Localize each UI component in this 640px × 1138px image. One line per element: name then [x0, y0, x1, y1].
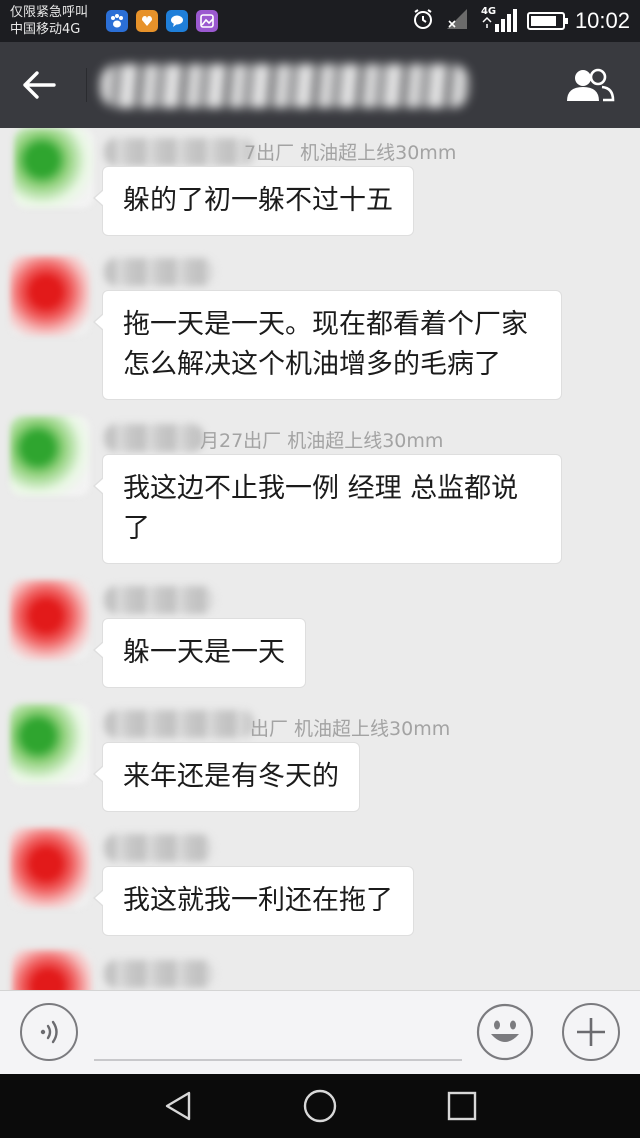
voice-button[interactable]: [20, 1003, 78, 1061]
message-text: 我这边不止我一例 经理 总监都说了: [123, 473, 519, 544]
chat-title-redacted: [100, 64, 470, 108]
no-signal-icon: [445, 7, 471, 35]
status-bar: 仅限紧急呼叫 中国移动4G 4G 10:02: [0, 0, 640, 42]
sender-name: 出厂 机油超上线30mm: [250, 718, 451, 740]
notification-icons: [106, 10, 218, 32]
message-input-bar: [0, 990, 640, 1074]
message-list[interactable]: 7出厂 机油超上线30mm 躲的了初一躲不过十五 拖一天是一天。现在都看着个厂家…: [0, 128, 640, 990]
message-icon: [166, 10, 188, 32]
emoji-button[interactable]: [476, 1003, 534, 1061]
sender-name-redacted: [104, 710, 254, 738]
gallery-icon: [196, 10, 218, 32]
nav-back-icon: [165, 1091, 191, 1121]
sender-avatar[interactable]: [12, 950, 92, 990]
header-divider: [86, 68, 87, 102]
message-bubble[interactable]: 我这就我一利还在拖了: [93, 866, 414, 936]
sender-avatar[interactable]: [10, 416, 90, 496]
sender-name: 7出厂 机油超上线30mm: [244, 142, 457, 164]
nav-home-icon: [303, 1089, 337, 1123]
sender-avatar[interactable]: [14, 128, 94, 208]
sender-name-redacted: [104, 586, 214, 614]
sender-name-redacted: [104, 424, 204, 452]
shop-icon: [136, 10, 158, 32]
message-bubble[interactable]: 躲的了初一躲不过十五: [93, 166, 414, 236]
message-text: 我这就我一利还在拖了: [123, 885, 393, 916]
baidu-icon: [106, 10, 128, 32]
message-text: 躲一天是一天: [123, 637, 285, 668]
nav-recents-icon: [447, 1091, 477, 1121]
nav-back-button[interactable]: [158, 1086, 198, 1126]
carrier-info: 仅限紧急呼叫 中国移动4G: [10, 4, 88, 38]
voice-input-icon: [40, 1020, 58, 1044]
message-text: 拖一天是一天。现在都看着个厂家怎么解决这个机油增多的毛病了: [123, 309, 528, 380]
battery-icon: [526, 12, 568, 30]
sender-name-redacted: [104, 960, 214, 988]
alarm-icon: [411, 7, 435, 35]
signal-4g-icon: 4G: [481, 6, 517, 34]
system-navigation-bar: [0, 1074, 640, 1138]
carrier-line-1: 仅限紧急呼叫: [10, 5, 89, 20]
back-button[interactable]: [14, 62, 64, 108]
sender-name: 月27出厂 机油超上线30mm: [200, 430, 444, 452]
clock: 10:02: [574, 8, 630, 33]
nav-home-button[interactable]: [300, 1086, 340, 1126]
group-members-icon: [567, 68, 615, 102]
message-text: 躲的了初一躲不过十五: [123, 185, 393, 216]
message-bubble[interactable]: 躲一天是一天: [93, 618, 306, 688]
status-icons: 4G 10:02: [411, 6, 630, 36]
sender-avatar[interactable]: [10, 256, 90, 336]
sender-avatar[interactable]: [10, 580, 90, 660]
battery-level: [530, 16, 556, 26]
message-text-input[interactable]: [94, 1005, 462, 1061]
group-info-button[interactable]: [560, 62, 620, 108]
emoji-icon: [476, 1003, 534, 1061]
message-bubble[interactable]: 我这边不止我一例 经理 总监都说了: [93, 454, 562, 564]
message-bubble[interactable]: 拖一天是一天。现在都看着个厂家怎么解决这个机油增多的毛病了: [93, 290, 562, 400]
back-arrow-icon: [23, 71, 56, 99]
sender-name-redacted: [104, 834, 212, 862]
message-text: 来年还是有冬天的: [123, 761, 339, 792]
nav-recents-button[interactable]: [442, 1086, 482, 1126]
plus-icon: [577, 1018, 605, 1046]
chat-header: [0, 42, 640, 128]
sender-avatar[interactable]: [10, 828, 90, 908]
sender-name-redacted: [104, 258, 214, 286]
message-bubble[interactable]: 来年还是有冬天的: [93, 742, 360, 812]
sender-name-redacted: [104, 138, 254, 166]
more-actions-button[interactable]: [562, 1003, 620, 1061]
sender-avatar[interactable]: [10, 704, 90, 784]
carrier-line-2: 中国移动4G: [10, 22, 81, 37]
